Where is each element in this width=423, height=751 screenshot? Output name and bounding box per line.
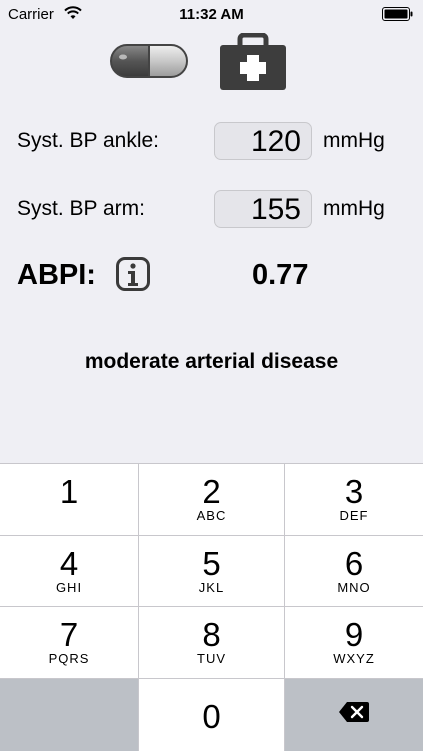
key-letters: ABC — [196, 508, 227, 523]
key-blank — [0, 679, 139, 751]
pill-button[interactable] — [109, 43, 189, 79]
numeric-keypad: 1 2 ABC 3 DEF 4 GHI 5 JKL 6 MNO 7 PQRS 8… — [0, 463, 423, 751]
backspace-key[interactable] — [285, 679, 423, 751]
key-6[interactable]: 6 MNO — [285, 536, 423, 607]
key-1[interactable]: 1 — [0, 464, 139, 536]
abpi-value: 0.77 — [252, 259, 309, 291]
key-digit: 8 — [202, 616, 221, 653]
key-digit: 5 — [202, 545, 221, 582]
key-7[interactable]: 7 PQRS — [0, 607, 139, 679]
key-9[interactable]: 9 WXYZ — [285, 607, 423, 679]
ankle-bp-unit: mmHg — [323, 129, 385, 152]
key-digit: 0 — [202, 698, 221, 735]
key-letters: MNO — [337, 580, 371, 595]
abpi-label: ABPI: — [17, 259, 96, 291]
key-0[interactable]: 0 — [139, 679, 285, 751]
info-button[interactable] — [116, 257, 150, 291]
key-letters: TUV — [197, 651, 226, 666]
key-3[interactable]: 3 DEF — [285, 464, 423, 536]
key-digit: 3 — [344, 473, 364, 510]
key-letters: JKL — [198, 580, 225, 595]
ankle-bp-label: Syst. BP ankle: — [17, 129, 160, 152]
key-digit: 7 — [59, 616, 79, 653]
pill-icon — [110, 44, 188, 78]
key-digit: 1 — [59, 473, 79, 510]
key-letters: WXYZ — [333, 651, 375, 666]
arm-bp-unit: mmHg — [323, 197, 385, 220]
key-letters: DEF — [339, 508, 369, 523]
key-5[interactable]: 5 JKL — [139, 536, 285, 607]
key-digit: 4 — [59, 545, 79, 582]
first-aid-kit-button[interactable] — [218, 32, 288, 91]
info-icon — [128, 263, 138, 286]
ankle-bp-input[interactable]: 120 — [214, 122, 312, 160]
key-digit: 2 — [202, 473, 221, 510]
diagnosis-text: moderate arterial disease — [84, 350, 339, 373]
key-4[interactable]: 4 GHI — [0, 536, 139, 607]
status-bar: Carrier 11:32 AM — [0, 0, 423, 28]
battery-icon — [382, 7, 413, 21]
key-letters: GHI — [55, 580, 83, 595]
key-digit: 9 — [344, 616, 364, 653]
key-digit: 6 — [344, 545, 364, 582]
key-letters: PQRS — [48, 651, 90, 666]
first-aid-kit-icon — [220, 32, 286, 90]
key-2[interactable]: 2 ABC — [139, 464, 285, 536]
key-8[interactable]: 8 TUV — [139, 607, 285, 679]
backspace-icon — [339, 702, 369, 722]
status-time: 11:32 AM — [179, 6, 244, 23]
arm-bp-input[interactable]: 155 — [214, 190, 312, 228]
arm-bp-label: Syst. BP arm: — [17, 197, 145, 220]
